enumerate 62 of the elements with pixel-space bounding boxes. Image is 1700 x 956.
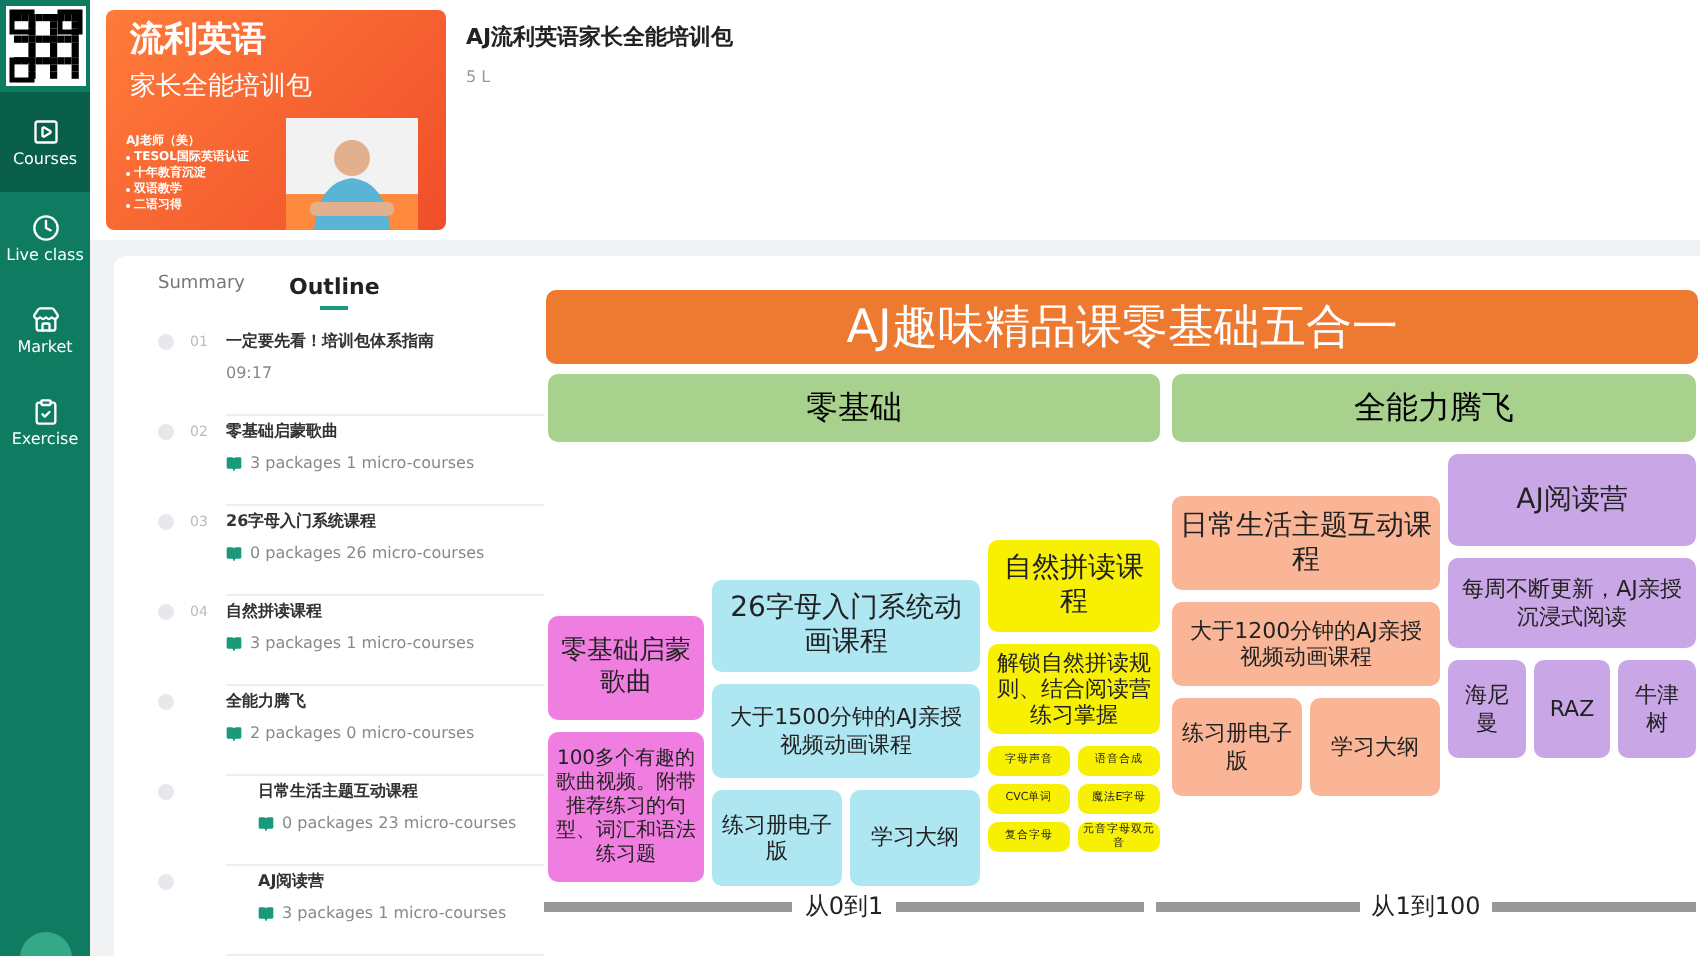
- tab[interactable]: Summary: [158, 274, 245, 310]
- diagram-title: AJ趣味精品课零基础五合一: [546, 290, 1698, 364]
- course-item: 学习大纲: [850, 790, 980, 886]
- course-item: RAZ: [1533, 660, 1611, 758]
- timeline-dot: [158, 514, 174, 530]
- qr-code-icon: [5, 6, 85, 86]
- book-icon: [258, 905, 274, 921]
- course-description: 大于1200分钟的AJ亲授视频动画课程: [1172, 602, 1440, 686]
- timeline-dot: [158, 694, 174, 710]
- item-meta: 2 packages 0 micro-courses: [250, 724, 475, 742]
- book-icon: [226, 545, 242, 561]
- timeline-dot: [158, 874, 174, 890]
- book-icon: [226, 455, 242, 471]
- outline-item-title[interactable]: 26字母入门系统课程: [226, 510, 544, 532]
- course-title: AJ流利英语家长全能培训包: [466, 22, 734, 52]
- course-description: 100多个有趣的歌曲视频。附带推荐练习的句型、词汇和语法练习题: [548, 732, 704, 882]
- item-meta: 3 packages 1 micro-courses: [250, 454, 475, 472]
- nav-item[interactable]: Courses: [0, 92, 90, 192]
- item-meta: 3 packages 1 micro-courses: [282, 904, 507, 922]
- timeline-dot: [158, 424, 174, 440]
- item-meta: 0 packages 26 micro-courses: [250, 544, 485, 562]
- course-item: 海尼曼: [1448, 660, 1526, 758]
- outline-item-title[interactable]: AJ阅读营: [258, 870, 544, 892]
- nav-item[interactable]: Exercise: [0, 376, 90, 468]
- outline-item-title[interactable]: 自然拼读课程: [226, 600, 544, 622]
- book-icon: [226, 635, 242, 651]
- clock-icon: [31, 213, 59, 241]
- clipboard-icon: [31, 397, 59, 425]
- course-meta: 5 L: [466, 68, 493, 86]
- course-block-title: 零基础启蒙歌曲: [548, 616, 704, 720]
- course-item: 练习册电子版: [1172, 698, 1302, 796]
- timeline-dot: [158, 334, 174, 350]
- outline-item-title[interactable]: 全能力腾飞: [226, 690, 544, 712]
- tab[interactable]: Outline: [289, 274, 380, 310]
- banner-title: 流利英语: [130, 18, 266, 62]
- item-meta: 3 packages 1 micro-courses: [250, 634, 475, 652]
- course-block-title: AJ阅读营: [1448, 454, 1696, 546]
- item-meta: 0 packages 23 micro-courses: [282, 814, 517, 832]
- course-block-title: 日常生活主题互动课程: [1172, 496, 1440, 590]
- banner-subtitle: 家长全能培训包: [130, 70, 312, 104]
- nav-item[interactable]: Live class: [0, 192, 90, 284]
- store-icon: [31, 305, 59, 333]
- course-item: 牛津树: [1618, 660, 1696, 758]
- outline-item-title[interactable]: 零基础启蒙歌曲: [226, 420, 544, 442]
- course-item: 学习大纲: [1310, 698, 1440, 796]
- outline-item-title[interactable]: 日常生活主题互动课程: [258, 780, 544, 802]
- book-icon: [226, 725, 242, 741]
- nav-item[interactable]: Market: [0, 284, 90, 376]
- course-block-title: 26字母入门系统动画课程: [712, 580, 980, 672]
- course-description: 大于1500分钟的AJ亲授视频动画课程: [712, 684, 980, 778]
- course-item: 练习册电子版: [712, 790, 842, 886]
- section-header: 零基础: [548, 374, 1160, 442]
- course-block-title: 自然拼读课程: [988, 540, 1160, 632]
- outline-item-title[interactable]: 一定要先看！培训包体系指南: [226, 330, 544, 352]
- item-meta: 09:17: [226, 364, 273, 382]
- course-description: 解锁自然拼读规则、结合阅读营练习掌握: [988, 644, 1160, 734]
- section-header: 全能力腾飞: [1172, 374, 1696, 442]
- timeline-dot: [158, 604, 174, 620]
- play-icon: [31, 117, 59, 145]
- timeline-dot: [158, 784, 174, 800]
- book-icon: [258, 815, 274, 831]
- course-description: 每周不断更新，AJ亲授沉浸式阅读: [1448, 558, 1696, 648]
